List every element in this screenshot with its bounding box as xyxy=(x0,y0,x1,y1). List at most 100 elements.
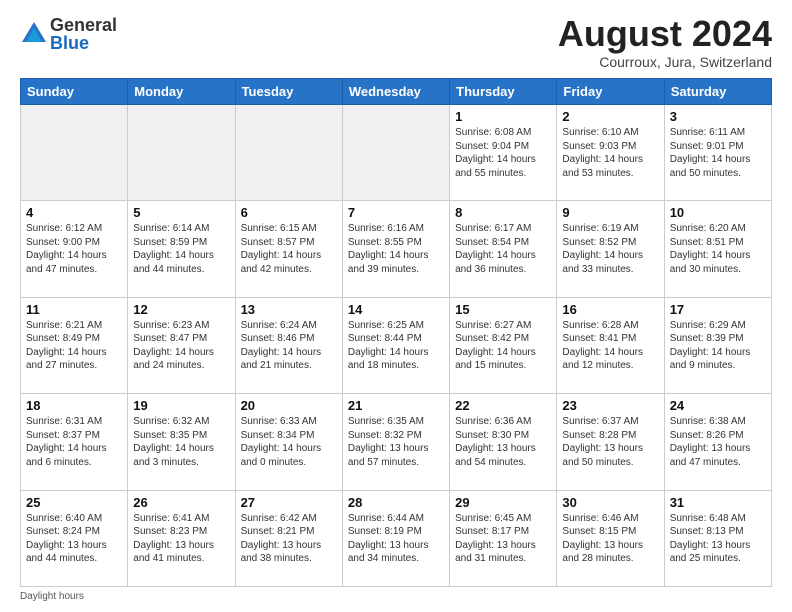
day-number: 14 xyxy=(348,302,444,317)
calendar-cell-15: 15 Sunrise: 6:27 AM Sunset: 8:42 PM Dayli… xyxy=(450,297,557,393)
col-header-saturday: Saturday xyxy=(664,79,771,105)
day-info: Sunrise: 6:27 AM Sunset: 8:42 PM Dayligh… xyxy=(455,319,551,373)
calendar-cell-30: 30 Sunrise: 6:46 AM Sunset: 8:15 PM Dayli… xyxy=(557,490,664,586)
calendar-cell-5: 5Sunrise: 6:14 AM Sunset: 8:59 PM Daylig… xyxy=(128,201,235,297)
calendar-cell-empty xyxy=(342,105,449,201)
calendar-cell-10: 10 Sunrise: 6:20 AM Sunset: 8:51 PM Dayli… xyxy=(664,201,771,297)
calendar-cell-20: 20 Sunrise: 6:33 AM Sunset: 8:34 PM Dayli… xyxy=(235,394,342,490)
calendar-week-4: 25Sunrise: 6:40 AM Sunset: 8:24 PM Dayli… xyxy=(21,490,772,586)
day-info: Sunrise: 6:12 AM Sunset: 9:00 PM Dayligh… xyxy=(26,222,122,276)
day-number: 27 xyxy=(241,495,337,510)
day-info: Sunrise: 6:14 AM Sunset: 8:59 PM Dayligh… xyxy=(133,222,229,276)
calendar-cell-1: 1 Sunrise: 6:08 AM Sunset: 9:04 PM Daylig… xyxy=(450,105,557,201)
day-info: Sunrise: 6:38 AM Sunset: 8:26 PM Dayligh… xyxy=(670,415,766,469)
day-number: 20 xyxy=(241,398,337,413)
col-header-thursday: Thursday xyxy=(450,79,557,105)
calendar-week-3: 18Sunrise: 6:31 AM Sunset: 8:37 PM Dayli… xyxy=(21,394,772,490)
day-number: 12 xyxy=(133,302,229,317)
calendar-cell-26: 26Sunrise: 6:41 AM Sunset: 8:23 PM Dayli… xyxy=(128,490,235,586)
day-number: 28 xyxy=(348,495,444,510)
calendar-table: SundayMondayTuesdayWednesdayThursdayFrid… xyxy=(20,78,772,587)
day-number: 19 xyxy=(133,398,229,413)
day-info: Sunrise: 6:46 AM Sunset: 8:15 PM Dayligh… xyxy=(562,512,658,566)
day-number: 3 xyxy=(670,109,766,124)
day-info: Sunrise: 6:31 AM Sunset: 8:37 PM Dayligh… xyxy=(26,415,122,469)
calendar-cell-31: 31 Sunrise: 6:48 AM Sunset: 8:13 PM Dayli… xyxy=(664,490,771,586)
calendar-header-row: SundayMondayTuesdayWednesdayThursdayFrid… xyxy=(21,79,772,105)
calendar-cell-16: 16Sunrise: 6:28 AM Sunset: 8:41 PM Dayli… xyxy=(557,297,664,393)
day-info: Sunrise: 6:42 AM Sunset: 8:21 PM Dayligh… xyxy=(241,512,337,566)
day-info: Sunrise: 6:48 AM Sunset: 8:13 PM Dayligh… xyxy=(670,512,766,566)
day-info: Sunrise: 6:16 AM Sunset: 8:55 PM Dayligh… xyxy=(348,222,444,276)
logo-icon xyxy=(20,20,48,48)
day-number: 31 xyxy=(670,495,766,510)
calendar-cell-24: 24 Sunrise: 6:38 AM Sunset: 8:26 PM Dayli… xyxy=(664,394,771,490)
calendar-cell-4: 4 Sunrise: 6:12 AM Sunset: 9:00 PM Daylig… xyxy=(21,201,128,297)
day-info: Sunrise: 6:15 AM Sunset: 8:57 PM Dayligh… xyxy=(241,222,337,276)
day-number: 7 xyxy=(348,205,444,220)
calendar-cell-11: 11Sunrise: 6:21 AM Sunset: 8:49 PM Dayli… xyxy=(21,297,128,393)
day-info: Sunrise: 6:19 AM Sunset: 8:52 PM Dayligh… xyxy=(562,222,658,276)
day-info: Sunrise: 6:44 AM Sunset: 8:19 PM Dayligh… xyxy=(348,512,444,566)
calendar-cell-2: 2Sunrise: 6:10 AM Sunset: 9:03 PM Daylig… xyxy=(557,105,664,201)
day-number: 4 xyxy=(26,205,122,220)
day-info: Sunrise: 6:36 AM Sunset: 8:30 PM Dayligh… xyxy=(455,415,551,469)
day-info: Sunrise: 6:45 AM Sunset: 8:17 PM Dayligh… xyxy=(455,512,551,566)
col-header-friday: Friday xyxy=(557,79,664,105)
day-number: 26 xyxy=(133,495,229,510)
calendar-week-0: 1 Sunrise: 6:08 AM Sunset: 9:04 PM Daylig… xyxy=(21,105,772,201)
day-number: 11 xyxy=(26,302,122,317)
day-number: 10 xyxy=(670,205,766,220)
day-info: Sunrise: 6:11 AM Sunset: 9:01 PM Dayligh… xyxy=(670,126,766,180)
calendar-cell-14: 14 Sunrise: 6:25 AM Sunset: 8:44 PM Dayli… xyxy=(342,297,449,393)
calendar-cell-17: 17 Sunrise: 6:29 AM Sunset: 8:39 PM Dayli… xyxy=(664,297,771,393)
day-number: 8 xyxy=(455,205,551,220)
col-header-wednesday: Wednesday xyxy=(342,79,449,105)
header: General Blue August 2024 Courroux, Jura,… xyxy=(20,16,772,70)
calendar-cell-7: 7 Sunrise: 6:16 AM Sunset: 8:55 PM Daylig… xyxy=(342,201,449,297)
day-number: 15 xyxy=(455,302,551,317)
day-info: Sunrise: 6:35 AM Sunset: 8:32 PM Dayligh… xyxy=(348,415,444,469)
calendar-cell-empty xyxy=(235,105,342,201)
calendar-cell-6: 6Sunrise: 6:15 AM Sunset: 8:57 PM Daylig… xyxy=(235,201,342,297)
day-info: Sunrise: 6:17 AM Sunset: 8:54 PM Dayligh… xyxy=(455,222,551,276)
day-info: Sunrise: 6:23 AM Sunset: 8:47 PM Dayligh… xyxy=(133,319,229,373)
calendar-cell-9: 9 Sunrise: 6:19 AM Sunset: 8:52 PM Daylig… xyxy=(557,201,664,297)
day-number: 22 xyxy=(455,398,551,413)
day-number: 2 xyxy=(562,109,658,124)
calendar-cell-13: 13Sunrise: 6:24 AM Sunset: 8:46 PM Dayli… xyxy=(235,297,342,393)
col-header-sunday: Sunday xyxy=(21,79,128,105)
calendar-cell-27: 27 Sunrise: 6:42 AM Sunset: 8:21 PM Dayli… xyxy=(235,490,342,586)
logo-blue: Blue xyxy=(50,34,117,52)
day-info: Sunrise: 6:32 AM Sunset: 8:35 PM Dayligh… xyxy=(133,415,229,469)
day-number: 21 xyxy=(348,398,444,413)
day-info: Sunrise: 6:28 AM Sunset: 8:41 PM Dayligh… xyxy=(562,319,658,373)
month-year: August 2024 xyxy=(558,16,772,52)
day-number: 25 xyxy=(26,495,122,510)
day-number: 23 xyxy=(562,398,658,413)
col-header-tuesday: Tuesday xyxy=(235,79,342,105)
calendar-cell-3: 3 Sunrise: 6:11 AM Sunset: 9:01 PM Daylig… xyxy=(664,105,771,201)
day-info: Sunrise: 6:20 AM Sunset: 8:51 PM Dayligh… xyxy=(670,222,766,276)
day-info: Sunrise: 6:25 AM Sunset: 8:44 PM Dayligh… xyxy=(348,319,444,373)
day-info: Sunrise: 6:33 AM Sunset: 8:34 PM Dayligh… xyxy=(241,415,337,469)
calendar-cell-8: 8 Sunrise: 6:17 AM Sunset: 8:54 PM Daylig… xyxy=(450,201,557,297)
page: General Blue August 2024 Courroux, Jura,… xyxy=(0,0,792,612)
day-info: Sunrise: 6:37 AM Sunset: 8:28 PM Dayligh… xyxy=(562,415,658,469)
logo: General Blue xyxy=(20,16,117,52)
day-number: 30 xyxy=(562,495,658,510)
calendar-cell-18: 18Sunrise: 6:31 AM Sunset: 8:37 PM Dayli… xyxy=(21,394,128,490)
calendar-cell-25: 25Sunrise: 6:40 AM Sunset: 8:24 PM Dayli… xyxy=(21,490,128,586)
day-number: 9 xyxy=(562,205,658,220)
calendar-cell-12: 12 Sunrise: 6:23 AM Sunset: 8:47 PM Dayli… xyxy=(128,297,235,393)
location: Courroux, Jura, Switzerland xyxy=(558,54,772,70)
day-info: Sunrise: 6:08 AM Sunset: 9:04 PM Dayligh… xyxy=(455,126,551,180)
logo-general: General xyxy=(50,16,117,34)
day-info: Sunrise: 6:29 AM Sunset: 8:39 PM Dayligh… xyxy=(670,319,766,373)
day-number: 1 xyxy=(455,109,551,124)
calendar-cell-empty xyxy=(21,105,128,201)
day-number: 17 xyxy=(670,302,766,317)
calendar-cell-23: 23 Sunrise: 6:37 AM Sunset: 8:28 PM Dayli… xyxy=(557,394,664,490)
day-number: 24 xyxy=(670,398,766,413)
col-header-monday: Monday xyxy=(128,79,235,105)
